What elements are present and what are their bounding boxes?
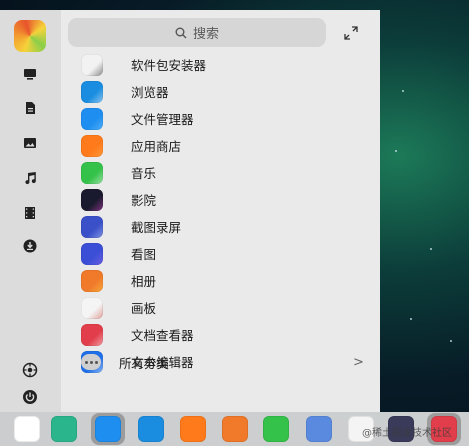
- star: [402, 90, 404, 92]
- app-label: 软件包安装器: [131, 58, 207, 73]
- browser-icon[interactable]: [138, 416, 164, 442]
- settings-icon[interactable]: [22, 362, 38, 378]
- app-icon: [81, 80, 103, 103]
- power-icon[interactable]: [22, 389, 38, 405]
- app-icon: [81, 107, 103, 130]
- contacts-icon[interactable]: [306, 416, 332, 442]
- star: [430, 248, 432, 250]
- app-icon: [81, 215, 103, 238]
- search-input[interactable]: 搜索: [68, 18, 326, 47]
- music-icon[interactable]: [263, 416, 289, 442]
- app-icon: [81, 188, 103, 211]
- app-icon: [81, 134, 103, 157]
- all-categories-label: 所有分类: [119, 355, 170, 371]
- app-item[interactable]: 影院: [61, 186, 380, 213]
- app-icon: [81, 296, 103, 319]
- app-icon: [81, 161, 103, 184]
- documents-icon[interactable]: [22, 100, 38, 116]
- app-icon: [81, 323, 103, 346]
- fullscreen-icon[interactable]: [344, 26, 358, 40]
- star: [450, 340, 452, 342]
- computer-icon[interactable]: [22, 66, 38, 82]
- app-icon: [81, 242, 103, 265]
- multitask-icon[interactable]: [51, 416, 77, 442]
- app-item[interactable]: 相册: [61, 267, 380, 294]
- launcher-window: 搜索 软件包安装器 浏览器文件管理器应用商店音乐影院截图录屏看图相册画板文档查看器…: [0, 10, 380, 412]
- launcher-sidebar: [0, 10, 61, 412]
- app-item[interactable]: 文档查看器: [61, 321, 380, 348]
- search-icon: [175, 27, 187, 38]
- music-icon[interactable]: [22, 170, 38, 186]
- launcher-icon[interactable]: [14, 416, 40, 442]
- app-store-icon[interactable]: [180, 416, 206, 442]
- search-placeholder: 搜索: [192, 27, 219, 42]
- app-item[interactable]: 音乐: [61, 159, 380, 186]
- video-icon[interactable]: [22, 205, 38, 221]
- app-icon: [81, 53, 103, 76]
- album-icon[interactable]: [222, 416, 248, 442]
- app-label: 音乐: [131, 166, 157, 181]
- star: [410, 318, 412, 320]
- app-item[interactable]: 截图录屏: [61, 213, 380, 240]
- app-label: 文件管理器: [131, 112, 194, 127]
- chevron-right-icon: >: [353, 354, 364, 370]
- app-item[interactable]: 浏览器: [61, 78, 380, 105]
- launcher-main: 搜索 软件包安装器 浏览器文件管理器应用商店音乐影院截图录屏看图相册画板文档查看器…: [61, 10, 380, 412]
- app-label: 截图录屏: [131, 220, 182, 235]
- app-icon: [81, 269, 103, 292]
- app-item[interactable]: 看图: [61, 240, 380, 267]
- more-icon: [81, 354, 101, 370]
- app-item[interactable]: 软件包安装器: [61, 51, 380, 78]
- all-categories-button[interactable]: 所有分类 >: [61, 350, 380, 374]
- download-icon[interactable]: [22, 238, 38, 254]
- app-label: 浏览器: [131, 85, 169, 100]
- watermark: @稀土掘金技术社区: [362, 428, 452, 439]
- app-label: 相册: [131, 274, 157, 289]
- star: [395, 150, 397, 152]
- app-label: 影院: [131, 193, 157, 208]
- app-item[interactable]: 应用商店: [61, 132, 380, 159]
- file-manager-icon[interactable]: [95, 416, 121, 442]
- avatar[interactable]: [14, 20, 46, 52]
- app-label: 应用商店: [131, 139, 182, 154]
- app-label: 文档查看器: [131, 328, 194, 343]
- app-label: 看图: [131, 247, 157, 262]
- app-item[interactable]: 画板: [61, 294, 380, 321]
- pictures-icon[interactable]: [22, 135, 38, 151]
- app-label: 画板: [131, 301, 157, 316]
- app-item[interactable]: 文件管理器: [61, 105, 380, 132]
